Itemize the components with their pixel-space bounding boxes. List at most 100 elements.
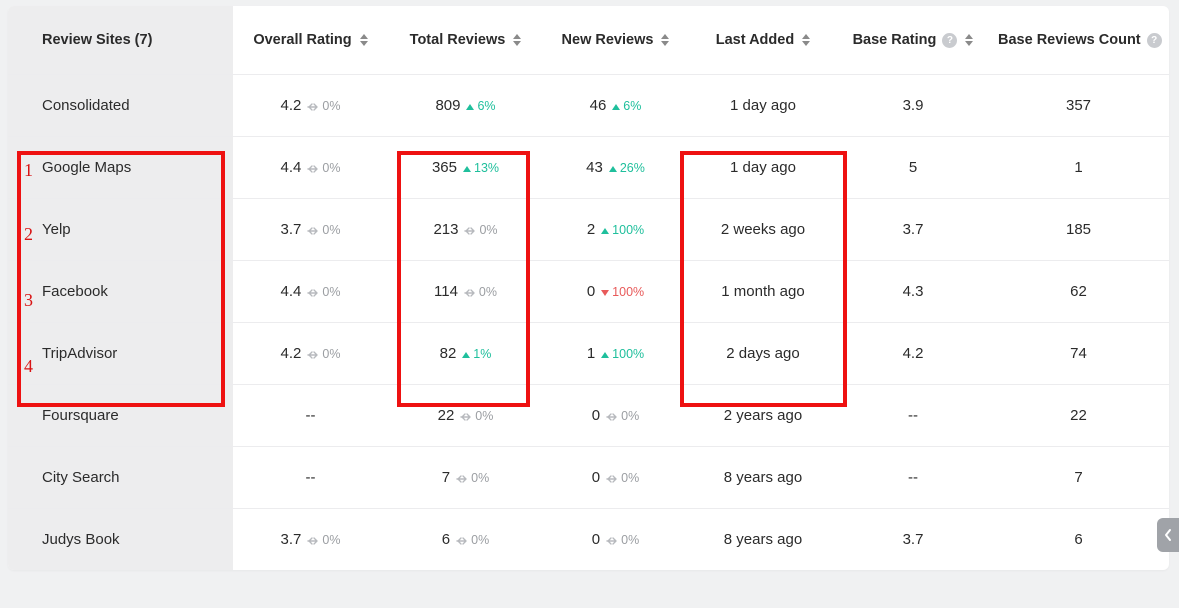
- delta-value: 0%: [322, 285, 340, 299]
- sort-icon[interactable]: [965, 34, 973, 46]
- delta-value: 0%: [621, 471, 639, 485]
- cell-site: City Search: [8, 447, 233, 509]
- cell-last: 1 day ago: [688, 75, 838, 137]
- chevron-left-icon: [1163, 528, 1173, 542]
- delta-indicator: 0%: [606, 533, 639, 547]
- cell-overall: 4.20%: [233, 323, 388, 385]
- delta-value: 0%: [322, 161, 340, 175]
- cell-site: Facebook: [8, 261, 233, 323]
- table-row[interactable]: Judys Book3.70%60%00%8 years ago3.76: [8, 509, 1169, 571]
- cell-overall: 3.70%: [233, 509, 388, 571]
- delta-indicator: 0%: [456, 471, 489, 485]
- sort-icon[interactable]: [360, 34, 368, 46]
- delta-value: 0%: [322, 347, 340, 361]
- delta-indicator: 26%: [609, 161, 645, 175]
- cell-new: 2100%: [543, 199, 688, 261]
- table-row[interactable]: Facebook4.40%1140%0100%1 month ago4.362: [8, 261, 1169, 323]
- cell-overall: 3.70%: [233, 199, 388, 261]
- cell-count: 185: [988, 199, 1169, 261]
- delta-value: 13%: [474, 161, 499, 175]
- table-row[interactable]: TripAdvisor4.20%821%1100%2 days ago4.274: [8, 323, 1169, 385]
- delta-indicator: 0%: [460, 409, 493, 423]
- delta-indicator: 0%: [307, 99, 340, 113]
- delta-value: 100%: [612, 285, 644, 299]
- cell-overall: 4.40%: [233, 137, 388, 199]
- sort-icon[interactable]: [802, 34, 810, 46]
- cell-base: 3.7: [838, 199, 988, 261]
- cell-new: 0100%: [543, 261, 688, 323]
- help-icon[interactable]: ?: [1147, 33, 1162, 48]
- sort-icon[interactable]: [661, 34, 669, 46]
- cell-total: 1140%: [388, 261, 543, 323]
- delta-indicator: 1%: [462, 347, 491, 361]
- cell-last: 8 years ago: [688, 509, 838, 571]
- col-header-count[interactable]: Base Reviews Count ?: [988, 6, 1169, 75]
- cell-new: 00%: [543, 447, 688, 509]
- cell-last: 1 day ago: [688, 137, 838, 199]
- help-icon[interactable]: ?: [942, 33, 957, 48]
- cell-count: 22: [988, 385, 1169, 447]
- cell-overall: 4.20%: [233, 75, 388, 137]
- cell-count: 74: [988, 323, 1169, 385]
- delta-indicator: 6%: [466, 99, 495, 113]
- cell-last: 2 weeks ago: [688, 199, 838, 261]
- col-header-site[interactable]: Review Sites (7): [8, 6, 233, 75]
- cell-total: 8096%: [388, 75, 543, 137]
- delta-value: 0%: [471, 533, 489, 547]
- cell-site: Foursquare: [8, 385, 233, 447]
- delta-value: 0%: [322, 99, 340, 113]
- col-header-last[interactable]: Last Added: [688, 6, 838, 75]
- table-row[interactable]: City Search--70%00%8 years ago--7: [8, 447, 1169, 509]
- cell-total: 220%: [388, 385, 543, 447]
- delta-indicator: 0%: [307, 347, 340, 361]
- delta-value: 0%: [479, 285, 497, 299]
- cell-base: 4.2: [838, 323, 988, 385]
- cell-overall: --: [233, 447, 388, 509]
- table-row[interactable]: Foursquare--220%00%2 years ago--22: [8, 385, 1169, 447]
- cell-total: 60%: [388, 509, 543, 571]
- cell-base: 4.3: [838, 261, 988, 323]
- delta-indicator: 0%: [464, 285, 497, 299]
- cell-new: 1100%: [543, 323, 688, 385]
- delta-value: 100%: [612, 223, 644, 237]
- cell-new: 466%: [543, 75, 688, 137]
- cell-overall: --: [233, 385, 388, 447]
- col-header-label: Review Sites (7): [42, 32, 152, 48]
- table-row[interactable]: Consolidated4.20%8096%466%1 day ago3.935…: [8, 75, 1169, 137]
- delta-indicator: 0%: [307, 285, 340, 299]
- cell-base: 3.9: [838, 75, 988, 137]
- cell-last: 8 years ago: [688, 447, 838, 509]
- delta-value: 0%: [621, 409, 639, 423]
- scroll-helper[interactable]: [1157, 518, 1179, 552]
- review-sites-table: Review Sites (7) Overall Rating Total Re…: [8, 6, 1169, 570]
- col-header-total[interactable]: Total Reviews: [388, 6, 543, 75]
- col-header-label: Overall Rating: [253, 32, 351, 48]
- col-header-label: Last Added: [716, 32, 794, 48]
- delta-indicator: 13%: [463, 161, 499, 175]
- cell-base: 5: [838, 137, 988, 199]
- delta-indicator: 0%: [464, 223, 497, 237]
- cell-total: 821%: [388, 323, 543, 385]
- delta-value: 26%: [620, 161, 645, 175]
- delta-indicator: 0%: [606, 409, 639, 423]
- delta-indicator: 0%: [456, 533, 489, 547]
- cell-count: 1: [988, 137, 1169, 199]
- delta-value: 0%: [479, 223, 497, 237]
- cell-site: Yelp: [8, 199, 233, 261]
- table-row[interactable]: Google Maps4.40%36513%4326%1 day ago51: [8, 137, 1169, 199]
- col-header-label: New Reviews: [562, 32, 654, 48]
- delta-value: 0%: [322, 223, 340, 237]
- cell-last: 2 years ago: [688, 385, 838, 447]
- sort-icon[interactable]: [513, 34, 521, 46]
- delta-value: 6%: [623, 99, 641, 113]
- delta-value: 6%: [477, 99, 495, 113]
- cell-count: 62: [988, 261, 1169, 323]
- delta-indicator: 0%: [307, 223, 340, 237]
- col-header-base[interactable]: Base Rating ?: [838, 6, 988, 75]
- col-header-overall[interactable]: Overall Rating: [233, 6, 388, 75]
- delta-value: 0%: [471, 471, 489, 485]
- cell-new: 4326%: [543, 137, 688, 199]
- table-row[interactable]: Yelp3.70%2130%2100%2 weeks ago3.7185: [8, 199, 1169, 261]
- cell-site: Judys Book: [8, 509, 233, 571]
- col-header-new[interactable]: New Reviews: [543, 6, 688, 75]
